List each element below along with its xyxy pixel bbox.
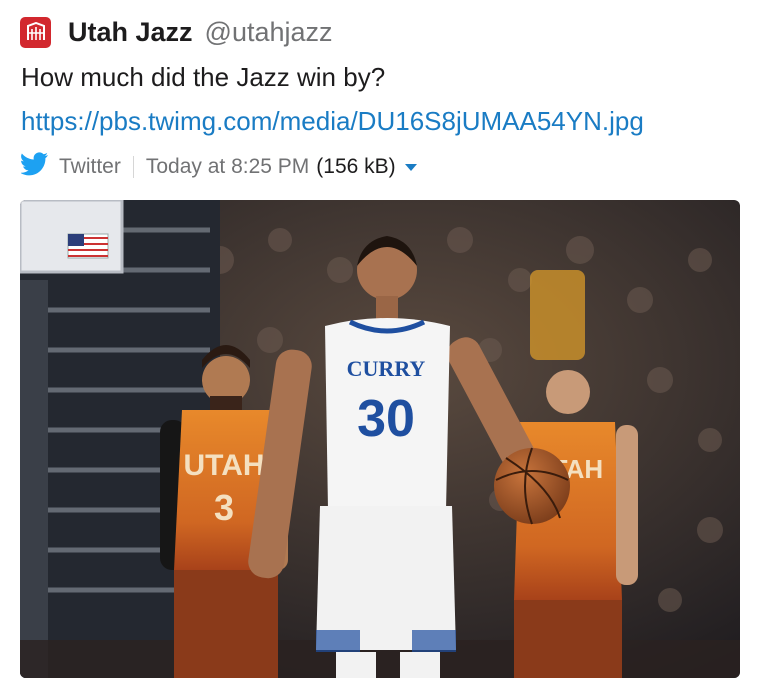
twitter-bird-icon: [20, 152, 49, 182]
hoop-stanchion: [20, 280, 48, 678]
left-player-team-text: UTAH: [183, 449, 264, 482]
author-name[interactable]: Utah Jazz: [68, 17, 193, 48]
attachment-size: (156 kB): [316, 155, 396, 178]
curry-name-text: CURRY: [347, 356, 426, 381]
curry-number: 30: [357, 390, 415, 448]
post-header: Utah Jazz @utahjazz: [20, 14, 333, 50]
fan-yellow-jersey: [530, 270, 585, 360]
left-player-number: 3: [214, 487, 234, 528]
message-text: How much did the Jazz win by?: [21, 62, 386, 92]
caret-down-icon[interactable]: [404, 163, 417, 171]
attached-photo[interactable]: UTAH 3 UTAH CURRY 30: [20, 200, 740, 678]
meta-divider: [132, 156, 134, 178]
basketball: [494, 447, 570, 525]
attachment-service: Twitter: [59, 155, 121, 178]
image-link[interactable]: https://pbs.twimg.com/media/DU16S8jUMAA5…: [21, 106, 644, 137]
author-handle[interactable]: @utahjazz: [205, 17, 333, 48]
attachment-meta: Twitter Today at 8:25 PM (156 kB): [20, 152, 417, 182]
attachment-time[interactable]: Today at 8:25 PM: [146, 155, 309, 179]
utah-jazz-logo-icon[interactable]: [20, 16, 51, 48]
